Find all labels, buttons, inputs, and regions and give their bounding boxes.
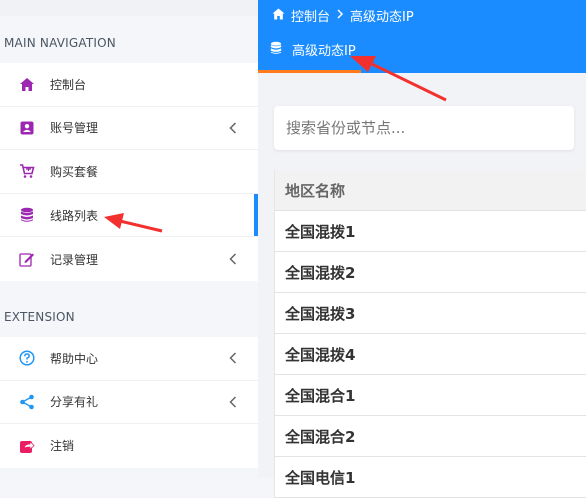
breadcrumb-separator-icon — [336, 8, 344, 23]
sidebar-top-strip — [0, 0, 258, 16]
sidebar: MAIN NAVIGATION 控制台 账号管理 购买套餐 线路列表 记录管理 … — [0, 0, 258, 478]
sidebar-item-logout[interactable]: 注销 — [0, 424, 258, 468]
sidebar-item-label: 分享有礼 — [50, 395, 99, 410]
sidebar-item-purchase[interactable]: 购买套餐 — [0, 150, 258, 194]
chevron-left-icon[interactable] — [226, 395, 240, 409]
edit-icon — [18, 250, 36, 268]
table-header: 地区名称 — [275, 170, 586, 211]
search-box — [274, 106, 574, 150]
chevron-left-icon[interactable] — [226, 252, 240, 266]
sidebar-item-account[interactable]: 账号管理 — [0, 107, 258, 151]
tab-label: 高级动态IP — [292, 44, 356, 59]
table-row[interactable]: 全国混合1 — [275, 375, 586, 416]
table-row[interactable]: 全国混拨4 — [275, 334, 586, 375]
cart-icon — [18, 162, 36, 180]
sidebar-item-label: 线路列表 — [50, 208, 99, 223]
top-header: 控制台 高级动态IP 高级动态IP — [258, 0, 586, 73]
sidebar-item-dashboard[interactable]: 控制台 — [0, 63, 258, 107]
sidebar-item-label: 帮助中心 — [50, 351, 99, 366]
share-icon — [18, 393, 36, 411]
chevron-left-icon[interactable] — [226, 121, 240, 135]
database-icon — [270, 41, 282, 59]
search-input[interactable] — [284, 118, 574, 138]
breadcrumb-home-link[interactable]: 控制台 — [291, 6, 330, 25]
sidebar-item-records[interactable]: 记录管理 — [0, 237, 258, 281]
table-row[interactable]: 全国混拨3 — [275, 293, 586, 334]
table-row[interactable]: 全国混合2 — [275, 416, 586, 457]
sidebar-item-label: 账号管理 — [50, 121, 99, 136]
section-header-extension: EXTENSION — [0, 294, 258, 340]
tab-advanced-dynamic-ip[interactable]: 高级动态IP — [270, 40, 356, 59]
table-row[interactable]: 全国混拨1 — [275, 211, 586, 252]
sidebar-item-label: 注销 — [50, 439, 75, 454]
logout-icon — [18, 437, 36, 455]
sidebar-item-line-list[interactable]: 线路列表 — [0, 193, 258, 238]
main-content: 控制台 高级动态IP 高级动态IP 地区名称 全国混拨1 全国混拨2 全国混拨3… — [258, 0, 586, 498]
sidebar-item-help[interactable]: 帮助中心 — [0, 337, 258, 381]
user-card-icon — [18, 119, 36, 137]
main-navigation-menu: 控制台 账号管理 购买套餐 线路列表 记录管理 — [0, 63, 258, 281]
breadcrumb: 控制台 高级动态IP — [272, 6, 414, 25]
database-icon — [18, 206, 36, 224]
chevron-left-icon[interactable] — [226, 351, 240, 365]
table-row[interactable]: 全国混拨2 — [275, 252, 586, 293]
extension-menu: 帮助中心 分享有礼 注销 — [0, 337, 258, 468]
sidebar-item-label: 购买套餐 — [50, 164, 99, 179]
home-icon — [18, 75, 36, 93]
question-icon — [18, 349, 36, 367]
breadcrumb-current: 高级动态IP — [350, 10, 414, 25]
active-tab-indicator — [258, 70, 361, 73]
section-header-main-navigation: MAIN NAVIGATION — [0, 20, 258, 66]
sidebar-item-label: 记录管理 — [50, 252, 99, 267]
region-table: 地区名称 全国混拨1 全国混拨2 全国混拨3 全国混拨4 全国混合1 全国混合2… — [274, 170, 586, 498]
sidebar-item-share[interactable]: 分享有礼 — [0, 381, 258, 425]
home-icon — [272, 8, 285, 24]
sidebar-item-label: 控制台 — [50, 77, 87, 92]
